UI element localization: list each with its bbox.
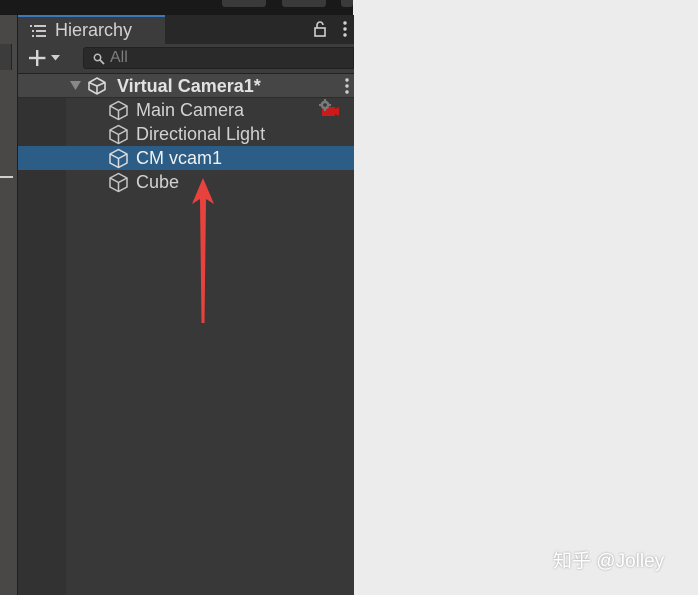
cube-icon <box>109 148 128 169</box>
annotation-arrow <box>192 178 214 323</box>
hierarchy-toolbar <box>18 44 354 74</box>
hierarchy-item-cm-vcam1[interactable]: CM vcam1 <box>18 146 354 170</box>
hierarchy-panel: Hierarchy All Virtual Camera1* Main Came… <box>17 15 354 595</box>
unity-scene-icon <box>88 77 106 95</box>
watermark: 知乎 @Jolley <box>553 551 665 572</box>
foldout-arrow-icon[interactable] <box>70 81 81 91</box>
scene-name: Virtual Camera1* <box>117 76 261 96</box>
hierarchy-item-directional-light[interactable]: Directional Light <box>18 122 354 146</box>
scene-toolbar-edge <box>0 44 12 70</box>
cube-icon <box>109 172 128 193</box>
kebab-menu-icon[interactable] <box>345 78 349 94</box>
item-label: Directional Light <box>136 124 266 144</box>
scene-view-edge <box>0 0 17 595</box>
tab-strip: Hierarchy <box>18 15 354 44</box>
search-field[interactable] <box>83 47 354 69</box>
lock-icon[interactable] <box>314 21 326 37</box>
tab-hierarchy[interactable]: Hierarchy <box>18 15 165 44</box>
item-label: Cube <box>136 172 180 192</box>
kebab-menu-icon[interactable] <box>343 21 347 37</box>
search-icon <box>93 53 105 65</box>
scene-gizmo-line <box>0 176 13 178</box>
scene-header-row[interactable]: Virtual Camera1* <box>18 74 354 98</box>
editor-top-bar <box>0 0 353 15</box>
cube-icon <box>109 100 128 121</box>
toolbar-button[interactable] <box>222 0 266 7</box>
item-label: CM vcam1 <box>136 148 223 168</box>
tab-label: Hierarchy <box>55 20 133 40</box>
item-label: Main Camera <box>136 100 245 120</box>
toolbar-button[interactable] <box>341 0 353 7</box>
dropdown-arrow-icon <box>51 55 60 61</box>
hierarchy-item-cube[interactable]: Cube <box>18 170 354 194</box>
hierarchy-item-main-camera[interactable]: Main Camera <box>18 98 354 122</box>
add-button[interactable] <box>27 47 67 69</box>
camera-gear-icon <box>319 99 339 116</box>
toolbar-button[interactable] <box>282 0 326 7</box>
search-input[interactable] <box>110 49 340 67</box>
list-icon <box>30 25 46 37</box>
cube-icon <box>109 124 128 145</box>
